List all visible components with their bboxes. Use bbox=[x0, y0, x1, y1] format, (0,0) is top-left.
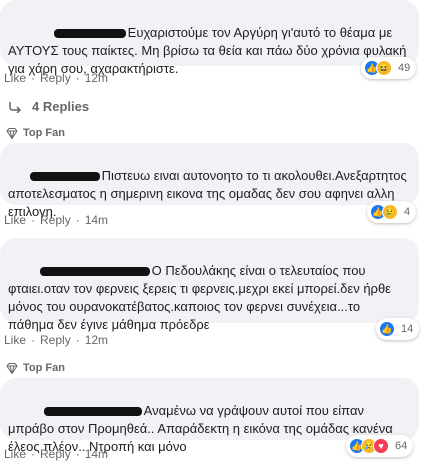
redacted-author-name bbox=[53, 29, 126, 39]
like-link[interactable]: Like bbox=[4, 447, 26, 461]
haha-reaction-icon: 😆 bbox=[376, 60, 392, 76]
sad-reaction-icon: 😢 bbox=[382, 204, 398, 220]
comment-bubble: Πιστευω ειναι αυτονοητο το τι ακολουθει.… bbox=[0, 143, 419, 219]
redacted-author-name bbox=[29, 172, 100, 182]
top-fan-badge: Top Fan bbox=[6, 127, 65, 139]
separator: · bbox=[75, 71, 80, 85]
like-reaction-icon: 👍 bbox=[379, 321, 395, 337]
view-replies-link[interactable]: 4 Replies bbox=[8, 99, 89, 114]
comment-actions: Like · Reply · 12m bbox=[4, 333, 108, 347]
separator: · bbox=[75, 333, 80, 347]
reply-link[interactable]: Reply bbox=[40, 333, 71, 347]
like-link[interactable]: Like bbox=[4, 213, 26, 227]
separator: · bbox=[75, 447, 80, 461]
separator: · bbox=[31, 71, 36, 85]
like-link[interactable]: Like bbox=[4, 333, 26, 347]
reaction-count: 4 bbox=[404, 206, 411, 218]
reply-link[interactable]: Reply bbox=[40, 447, 71, 461]
like-link[interactable]: Like bbox=[4, 71, 26, 85]
badge-label: Top Fan bbox=[23, 362, 65, 374]
redacted-author-name bbox=[43, 407, 142, 417]
badge-label: Top Fan bbox=[23, 127, 65, 139]
reaction-count: 14 bbox=[401, 323, 414, 335]
separator: · bbox=[31, 333, 36, 347]
timestamp[interactable]: 14m bbox=[85, 447, 108, 461]
love-reaction-icon: ♥ bbox=[373, 438, 389, 454]
comment-actions: Like · Reply · 12m bbox=[4, 71, 108, 85]
comment-actions: Like · Reply · 14m bbox=[4, 213, 108, 227]
separator: · bbox=[31, 447, 36, 461]
timestamp[interactable]: 12m bbox=[85, 333, 108, 347]
separator: · bbox=[31, 213, 36, 227]
reaction-count: 49 bbox=[398, 62, 411, 74]
comment-bubble: Ευχαριστούμε τον Αργύρη γι'αυτό το θέαμα… bbox=[0, 0, 419, 76]
redacted-author-name bbox=[39, 267, 150, 277]
reply-link[interactable]: Reply bbox=[40, 213, 71, 227]
comment-actions: Like · Reply · 14m bbox=[4, 447, 108, 461]
top-fan-badge: Top Fan bbox=[6, 362, 65, 374]
reaction-summary[interactable]: 👍 14 bbox=[376, 318, 420, 340]
reaction-summary[interactable]: 👍 😆 49 bbox=[361, 57, 417, 79]
reaction-summary[interactable]: 👍 😢 ♥ 64 bbox=[346, 435, 414, 457]
reaction-summary[interactable]: 👍 😢 4 bbox=[367, 201, 417, 223]
diamond-icon bbox=[6, 362, 18, 374]
diamond-icon bbox=[6, 127, 18, 139]
replies-label: 4 Replies bbox=[32, 99, 90, 114]
timestamp[interactable]: 12m bbox=[85, 71, 108, 85]
comment-bubble: Αναμένω να γράψουν αυτοί που είπαν μπράβ… bbox=[0, 378, 419, 454]
comment-bubble: Ο Πεδουλάκης είναι ο τελευταίος που φται… bbox=[0, 238, 419, 332]
reply-link[interactable]: Reply bbox=[40, 71, 71, 85]
reply-arrow-icon bbox=[9, 101, 22, 113]
timestamp[interactable]: 14m bbox=[85, 213, 108, 227]
reaction-count: 64 bbox=[395, 440, 408, 452]
separator: · bbox=[75, 213, 80, 227]
